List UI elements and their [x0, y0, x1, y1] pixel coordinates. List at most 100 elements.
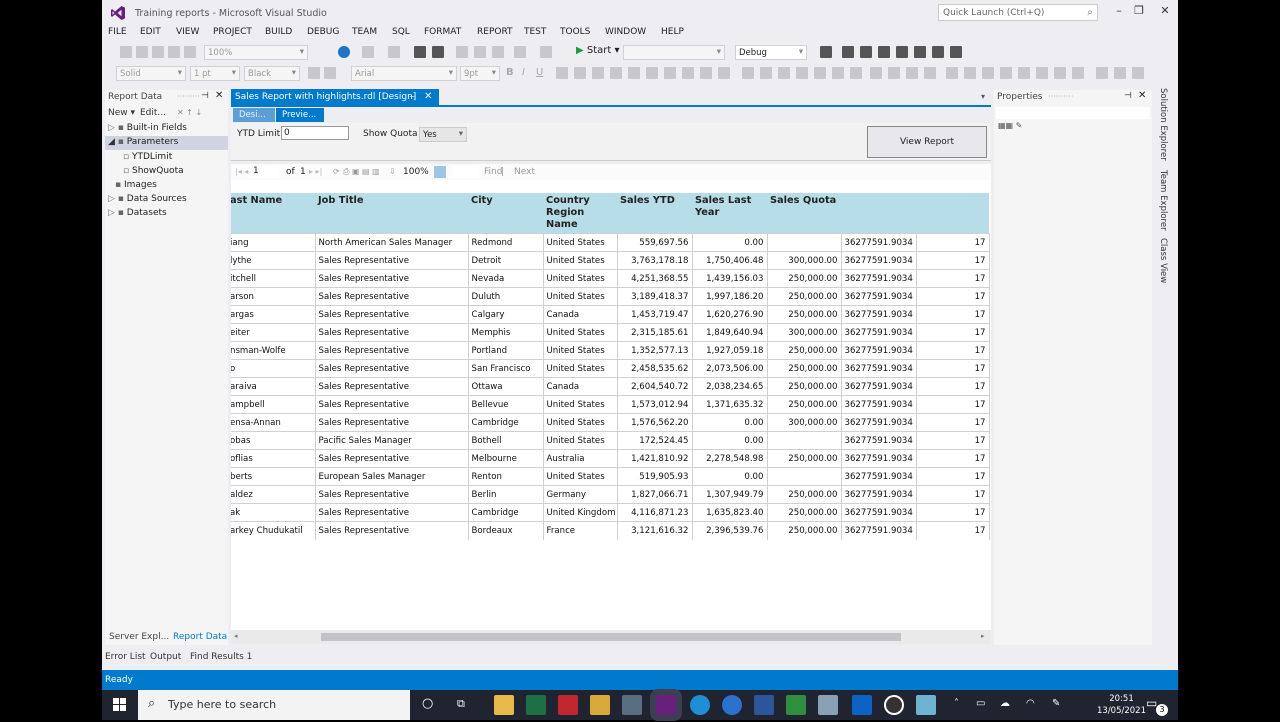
- wifi-icon[interactable]: ◠: [1026, 698, 1035, 709]
- tab-overflow-icon[interactable]: ▾: [981, 92, 985, 101]
- app-icon[interactable]: [590, 695, 610, 715]
- toolbar-icon[interactable]: [850, 67, 862, 79]
- toolbar-icon[interactable]: [896, 46, 908, 58]
- toolbar-icon[interactable]: [646, 67, 658, 79]
- configuration-combo[interactable]: Debug: [735, 45, 807, 60]
- pin-icon[interactable]: ⊣: [1124, 91, 1132, 101]
- save-all-icon[interactable]: [432, 46, 444, 58]
- word-icon[interactable]: [754, 695, 774, 715]
- toolbar-icon[interactable]: [1132, 67, 1144, 79]
- new-dropdown[interactable]: New ▾: [108, 108, 135, 118]
- tab-team-explorer[interactable]: Team Explorer: [1158, 170, 1168, 231]
- windows-start-button[interactable]: [102, 690, 136, 720]
- scroll-thumb[interactable]: [321, 633, 901, 641]
- toolbar-icon[interactable]: [120, 46, 132, 58]
- scroll-left-icon[interactable]: ◂: [234, 632, 238, 640]
- font-color-icon[interactable]: [556, 67, 568, 79]
- tree-item-built-in-fields[interactable]: ▷ ▪ Built-in Fields: [108, 123, 187, 133]
- paste-icon[interactable]: [492, 46, 504, 58]
- toolbar-icon[interactable]: [718, 67, 730, 79]
- toolbar-icon[interactable]: [946, 67, 958, 79]
- tab-report-data[interactable]: Report Data: [173, 632, 227, 642]
- properties-object-combo[interactable]: [996, 107, 1150, 119]
- toolbar-icon[interactable]: [870, 67, 882, 79]
- tab-output[interactable]: Output: [150, 652, 181, 662]
- zoom-combo[interactable]: 100%: [204, 45, 308, 60]
- refresh-icon[interactable]: ⟳: [333, 167, 340, 176]
- forward-icon[interactable]: [362, 46, 374, 58]
- align-center-icon[interactable]: [592, 67, 604, 79]
- new-project-icon[interactable]: [388, 46, 400, 58]
- minimize-button[interactable]: –: [1108, 4, 1130, 20]
- tab-server-explorer[interactable]: Server Expl...: [109, 632, 169, 642]
- page-number-input[interactable]: 1: [251, 166, 279, 178]
- outlook-icon[interactable]: [852, 695, 872, 715]
- align-left-icon[interactable]: [574, 67, 586, 79]
- border-style-combo[interactable]: Solid: [116, 66, 186, 81]
- task-view-icon[interactable]: ⧉: [457, 697, 465, 711]
- border-color-combo[interactable]: Black: [244, 66, 300, 81]
- toolbar-icon[interactable]: [778, 67, 790, 79]
- toolbar-icon[interactable]: [1072, 67, 1084, 79]
- toolbar-icon[interactable]: [700, 67, 712, 79]
- document-tab[interactable]: Sales Report with highlights.rdl [Design…: [231, 89, 439, 105]
- file-explorer-icon[interactable]: [494, 695, 514, 715]
- edge-icon[interactable]: [690, 695, 710, 715]
- app-icon[interactable]: [786, 695, 806, 715]
- view-report-button[interactable]: View Report: [867, 126, 987, 158]
- pin-icon[interactable]: ⊣: [409, 92, 416, 101]
- find-link[interactable]: Find: [484, 167, 502, 177]
- menu-file[interactable]: FILE: [108, 27, 127, 37]
- toolbar-icon[interactable]: [914, 46, 926, 58]
- italic-icon[interactable]: I: [522, 67, 525, 78]
- menu-format[interactable]: FORMAT: [424, 27, 461, 37]
- toolbar-icon[interactable]: [906, 67, 918, 79]
- next-page-icon[interactable]: ▸ ▸|: [309, 167, 322, 176]
- start-button[interactable]: ▶ Start ▾: [576, 45, 620, 56]
- toolbar-icon[interactable]: [664, 67, 676, 79]
- edit-button[interactable]: Edit...: [140, 108, 166, 118]
- zoom-dropdown-icon[interactable]: [434, 166, 446, 178]
- tab-error-list[interactable]: Error List: [105, 652, 146, 662]
- toolbar-icon[interactable]: [742, 67, 754, 79]
- visual-studio-taskbar-icon[interactable]: [650, 689, 682, 721]
- menu-tools[interactable]: TOOLS: [560, 27, 590, 37]
- close-button[interactable]: ✕: [1154, 4, 1176, 20]
- horizontal-scrollbar[interactable]: ◂ ▸: [231, 630, 991, 644]
- toolbar-icon[interactable]: [760, 67, 772, 79]
- tab-close-icon[interactable]: ✕: [424, 91, 432, 102]
- tree-item-data-sources[interactable]: ▷ ▪ Data Sources: [108, 194, 187, 204]
- font-combo[interactable]: Arial: [351, 66, 457, 81]
- menu-sql[interactable]: SQL: [392, 27, 410, 37]
- toolbar-icon[interactable]: [924, 67, 936, 79]
- tree-item-parameters[interactable]: ◢ ▪ Parameters: [105, 136, 228, 150]
- panel-close-icon[interactable]: ✕: [1138, 90, 1146, 101]
- show-quota-select[interactable]: Yes ▾: [419, 127, 467, 142]
- ytd-limit-input[interactable]: 0: [281, 126, 349, 140]
- taskbar-search-box[interactable]: ⌕ Type here to search: [138, 690, 410, 720]
- toolbar-icon[interactable]: [982, 67, 994, 79]
- app-icon[interactable]: [818, 695, 838, 715]
- next-link[interactable]: Next: [514, 167, 535, 177]
- excel-icon[interactable]: [526, 695, 546, 715]
- toolbar-icon[interactable]: [1114, 67, 1126, 79]
- toolbar-icon[interactable]: [1000, 67, 1012, 79]
- internet-explorer-icon[interactable]: [722, 695, 742, 715]
- toolbar-icon[interactable]: [860, 46, 872, 58]
- toolbar-icon[interactable]: [832, 67, 844, 79]
- target-combo[interactable]: [623, 45, 725, 60]
- toolbar-icon[interactable]: [628, 67, 640, 79]
- menu-view[interactable]: VIEW: [176, 27, 199, 37]
- align-right-icon[interactable]: [610, 67, 622, 79]
- app-icon[interactable]: [622, 695, 642, 715]
- quick-launch-input[interactable]: Quick Launch (Ctrl+Q) ⌕: [938, 4, 1098, 21]
- toolbar-icon[interactable]: [168, 46, 180, 58]
- toolbar-icon[interactable]: [184, 46, 196, 58]
- app-icon[interactable]: [884, 695, 904, 715]
- copy-icon[interactable]: [474, 46, 486, 58]
- panel-close-icon[interactable]: ✕: [215, 90, 223, 101]
- tab-class-view[interactable]: Class View: [1158, 238, 1168, 283]
- font-size-combo[interactable]: 9pt: [460, 66, 500, 81]
- menu-window[interactable]: WINDOW: [605, 27, 646, 37]
- move-up-down-icon[interactable]: ✕ ↑ ↓: [177, 108, 202, 117]
